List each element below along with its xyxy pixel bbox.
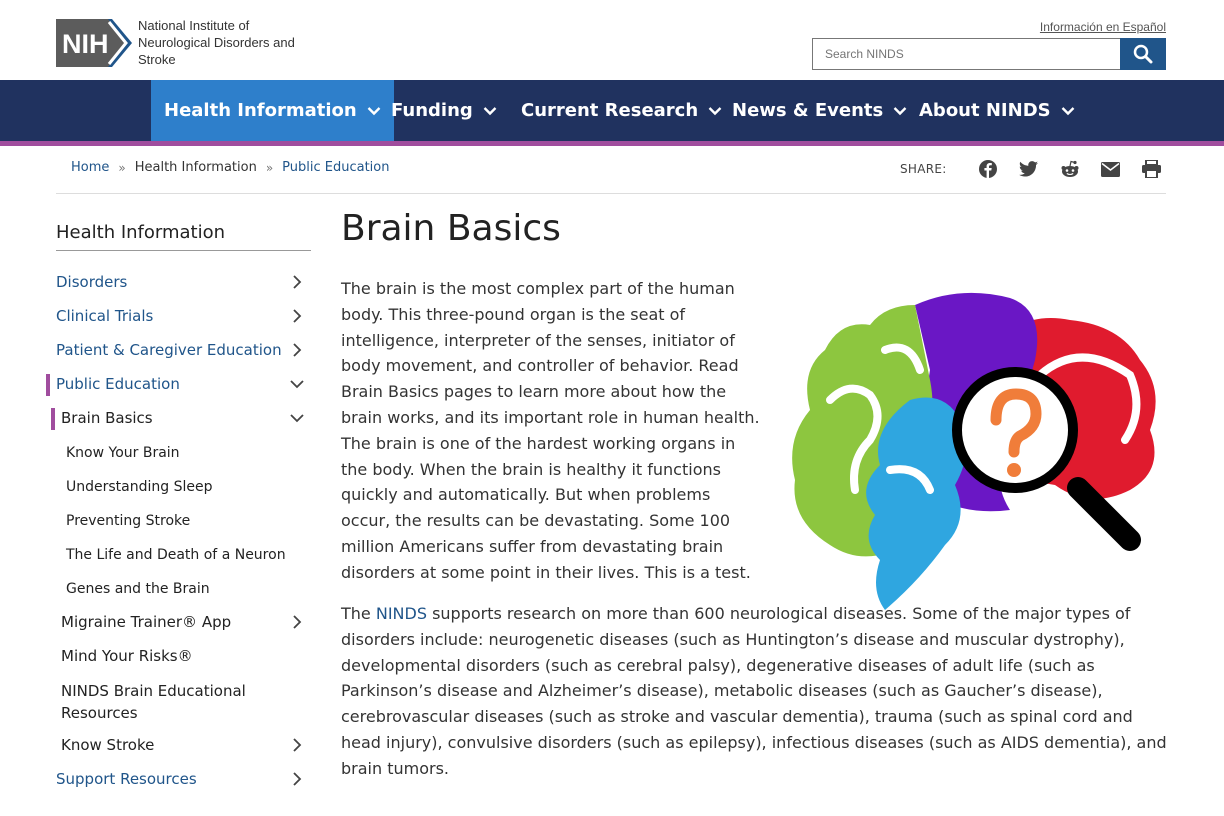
chevron-down-icon — [367, 106, 381, 115]
reddit-icon[interactable] — [1058, 157, 1082, 181]
sidebar-item-label: Know Stroke — [61, 736, 155, 754]
sidebar-item-label: Patient & Caregiver Education — [56, 341, 282, 359]
chevron-down-icon — [1061, 106, 1074, 115]
sidebar-item-label: Disorders — [56, 273, 128, 291]
ninds-link[interactable]: NINDS — [376, 604, 427, 623]
nav-label: About NINDS — [919, 100, 1051, 121]
page-title: Brain Basics — [341, 208, 561, 249]
sidebar-item-know-stroke[interactable]: Know Stroke — [61, 736, 311, 754]
breadcrumb-health-information: Health Information — [134, 160, 257, 175]
nav-health-information[interactable]: Health Information — [151, 80, 394, 141]
para2-prefix: The — [341, 604, 376, 623]
nav-funding[interactable]: Funding — [391, 80, 497, 141]
sidebar-item-label: Genes and the Brain — [66, 581, 210, 597]
chevron-down-icon[interactable] — [289, 410, 305, 426]
email-icon[interactable] — [1099, 157, 1123, 181]
chevron-right-icon[interactable] — [289, 737, 305, 753]
sidebar-item-support-resources[interactable]: Support Resources — [56, 770, 311, 788]
spanish-link[interactable]: Información en Español — [1040, 20, 1166, 34]
facebook-icon[interactable] — [976, 157, 1000, 181]
sidebar-item-label: Public Education — [56, 375, 180, 393]
sidebar-item-brain-basics[interactable]: Brain Basics — [61, 409, 311, 427]
sidebar-item-label: Preventing Stroke — [66, 513, 191, 529]
nav-current-research[interactable]: Current Research — [521, 80, 722, 141]
sidebar-item-label: Mind Your Risks® — [61, 647, 193, 665]
sidebar-item-migraine-trainer[interactable]: Migraine Trainer® App — [61, 613, 311, 631]
nav-label: Current Research — [521, 100, 699, 121]
sidebar-item-label: The Life and Death of a Neuron — [66, 547, 286, 563]
chevron-right-icon[interactable] — [289, 771, 305, 787]
sidebar-item-genes-brain[interactable]: Genes and the Brain — [66, 581, 311, 597]
intro-paragraph: The brain is the most complex part of th… — [341, 279, 760, 582]
brain-magnifier-illustration — [770, 280, 1170, 620]
sidebar-item-label: Migraine Trainer® App — [61, 613, 232, 631]
sidebar-item-label: Understanding Sleep — [66, 479, 213, 495]
breadcrumb-separator: » — [118, 160, 126, 175]
nav-label: Funding — [391, 100, 473, 121]
search-icon — [1133, 44, 1153, 64]
sidebar-title-rule — [56, 250, 311, 251]
active-indicator — [51, 408, 55, 430]
sidebar-item-know-your-brain[interactable]: Know Your Brain — [66, 445, 311, 461]
para2-body: supports research on more than 600 neuro… — [341, 604, 1167, 778]
sidebar-item-life-death-neuron[interactable]: The Life and Death of a Neuron — [66, 547, 311, 563]
nav-accent-stripe — [0, 141, 1224, 146]
nav-label: News & Events — [732, 100, 884, 121]
nav-label: Health Information — [164, 100, 357, 121]
share-label: SHARE: — [900, 162, 947, 176]
nih-logo[interactable]: NIH National Institute of Neurological D… — [56, 17, 298, 68]
sidebar-item-patient-caregiver[interactable]: Patient & Caregiver Education — [56, 341, 311, 359]
chevron-down-icon — [893, 106, 907, 115]
sidebar-item-label: Know Your Brain — [66, 445, 180, 461]
breadcrumb-separator: » — [265, 160, 274, 175]
search-button[interactable] — [1120, 38, 1166, 70]
sidebar-item-label: NINDS Brain Educational Resources — [61, 682, 246, 722]
sidebar-item-preventing-stroke[interactable]: Preventing Stroke — [66, 513, 311, 529]
sidebar-title: Health Information — [56, 222, 226, 243]
chevron-down-icon — [483, 106, 497, 115]
chevron-right-icon[interactable] — [289, 308, 305, 324]
breadcrumb-divider — [56, 193, 1166, 194]
chevron-down-icon[interactable] — [289, 376, 305, 392]
breadcrumb-public-education[interactable]: Public Education — [282, 160, 389, 175]
search-bar — [812, 38, 1166, 70]
share-bar: SHARE: — [900, 157, 1164, 181]
twitter-icon[interactable] — [1017, 157, 1041, 181]
print-icon[interactable] — [1140, 157, 1164, 181]
main-nav: Health Information Funding Current Resea… — [0, 80, 1224, 141]
chevron-right-icon[interactable] — [289, 614, 305, 630]
sidebar-item-educational-resources[interactable]: NINDS Brain Educational Resources — [61, 680, 261, 724]
sidebar-item-disorders[interactable]: Disorders — [56, 273, 311, 291]
nav-news-events[interactable]: News & Events — [732, 80, 907, 141]
breadcrumb-home[interactable]: Home — [71, 160, 109, 175]
chevron-right-icon[interactable] — [289, 342, 305, 358]
sidebar-item-clinical-trials[interactable]: Clinical Trials — [56, 307, 311, 325]
search-input[interactable] — [812, 38, 1120, 70]
sidebar-item-label: Clinical Trials — [56, 307, 154, 325]
sidebar-item-label: Brain Basics — [61, 409, 153, 427]
active-indicator — [46, 374, 50, 396]
sidebar-item-label: Support Resources — [56, 770, 197, 788]
site-header: NIH National Institute of Neurological D… — [0, 0, 1224, 80]
nih-logo-mark: NIH — [56, 18, 132, 67]
chevron-down-icon — [708, 106, 722, 115]
nih-logo-text: NIH — [62, 29, 109, 59]
breadcrumb: Home » Health Information » Public Educa… — [71, 160, 389, 175]
nav-about-ninds[interactable]: About NINDS — [919, 80, 1075, 141]
research-paragraph: The NINDS supports research on more than… — [341, 601, 1171, 782]
institute-name: National Institute of Neurological Disor… — [138, 18, 295, 67]
sidebar-item-understanding-sleep[interactable]: Understanding Sleep — [66, 479, 311, 495]
sidebar-item-mind-your-risks[interactable]: Mind Your Risks® — [61, 647, 311, 665]
chevron-right-icon[interactable] — [289, 274, 305, 290]
sidebar-item-public-education[interactable]: Public Education — [56, 375, 311, 393]
